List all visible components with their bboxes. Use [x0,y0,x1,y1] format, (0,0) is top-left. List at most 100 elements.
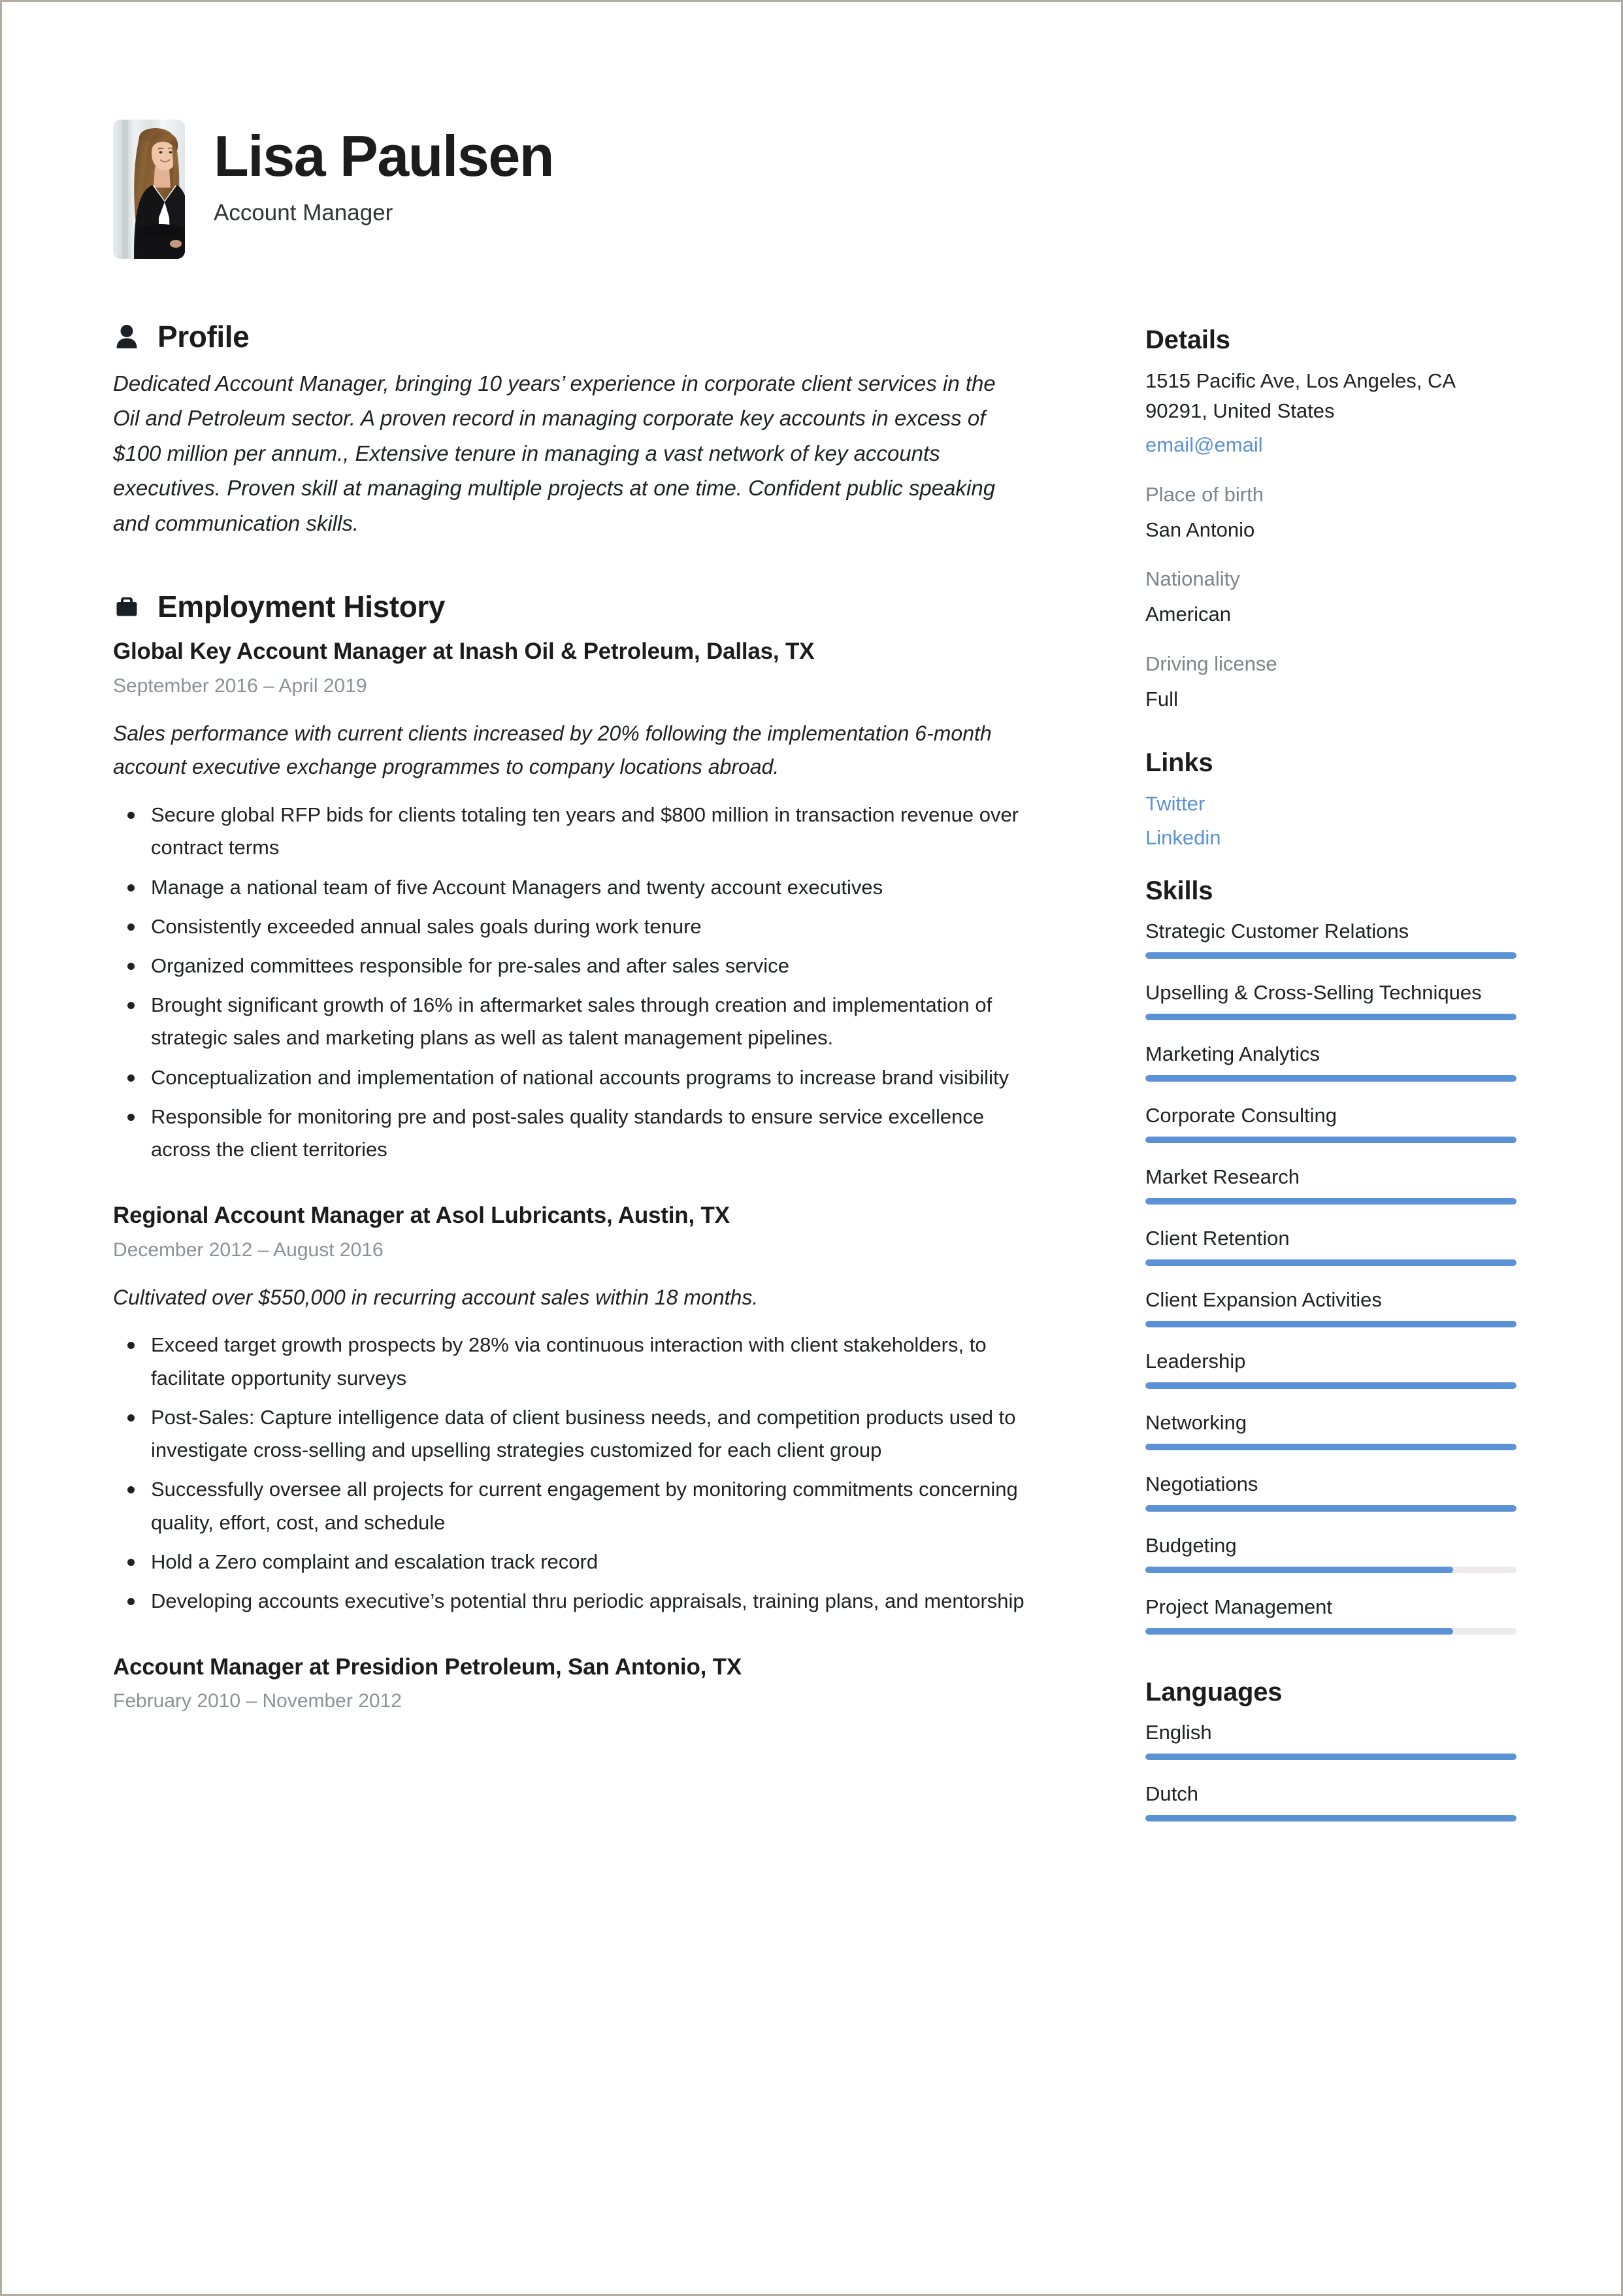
skill-item-bar-track [1145,952,1516,959]
resume-page: Lisa Paulsen Account Manager Profile Ded… [0,0,1623,2296]
address-line-1: 1515 Pacific Ave, Los Angeles, CA [1145,369,1456,392]
skill-item: Budgeting [1145,1531,1524,1573]
skill-item-bar-fill [1145,1197,1516,1205]
skill-item-bar-fill [1145,1566,1454,1573]
skill-item: Strategic Customer Relations [1145,917,1524,959]
skill-item: Market Research [1145,1163,1524,1205]
languages-section-title: Languages [1145,1677,1283,1706]
links-section-title: Links [1145,748,1213,777]
briefcase-icon [113,591,140,622]
language-item-label: Dutch [1145,1782,1198,1805]
employment-entry-bullets: Secure global RFP bids for clients total… [113,799,1041,1166]
list-item: Secure global RFP bids for clients total… [113,799,1041,864]
skill-item-label: Budgeting [1145,1533,1237,1557]
skill-item-label: Corporate Consulting [1145,1103,1337,1127]
place-of-birth-value: San Antonio [1145,518,1255,541]
language-item-bar-track [1145,1814,1516,1822]
list-item: Hold a Zero complaint and escalation tra… [113,1546,1041,1578]
skill-item-label: Leadership [1145,1349,1246,1373]
employment-entry-dates: February 2010 – November 2012 [113,1690,402,1712]
skill-item-bar-track [1145,1136,1516,1143]
details-section-title: Details [1145,325,1230,354]
skill-item: Upselling & Cross-Selling Techniques [1145,978,1524,1020]
skill-item-label: Negotiations [1145,1472,1258,1495]
skill-item-bar-fill [1145,952,1516,959]
employment-entry: Global Key Account Manager at Inash Oil … [113,636,1041,1166]
link-twitter[interactable]: Twitter [1145,789,1524,819]
language-item: Dutch [1145,1780,1524,1822]
list-item: Organized committees responsible for pre… [113,950,1041,982]
driving-license-label: Driving license [1145,652,1277,676]
skill-item: Client Expansion Activities [1145,1286,1524,1327]
employment-entry: Account Manager at Presidion Petroleum, … [113,1652,1041,1752]
skills-list: Strategic Customer Relations Upselling & … [1145,917,1524,1635]
skill-item-bar-track [1145,1013,1516,1020]
skill-item-bar-fill [1145,1320,1516,1327]
skill-item-label: Client Expansion Activities [1145,1288,1382,1311]
employment-entry-bullets: Exceed target growth prospects by 28% vi… [113,1329,1041,1618]
employment-entry: Regional Account Manager at Asol Lubrica… [113,1200,1041,1618]
link-linkedin[interactable]: Linkedin [1145,823,1524,853]
employment-entry-summary: Sales performance with current clients i… [113,721,992,779]
skill-item: Marketing Analytics [1145,1040,1524,1082]
employment-entry-summary: Cultivated over $550,000 in recurring ac… [113,1285,759,1309]
avatar [113,120,185,259]
profile-section-title: Profile [157,320,250,354]
employment-list: Global Key Account Manager at Inash Oil … [113,636,1041,1752]
skill-item: Negotiations [1145,1470,1524,1512]
skill-item-bar-fill [1145,1443,1516,1450]
skill-item: Project Management [1145,1593,1524,1635]
sidebar: Details 1515 Pacific Ave, Los Angeles, C… [1145,322,1524,1841]
profile-text: Dedicated Account Manager, bringing 10 y… [113,371,996,535]
job-title: Account Manager [214,200,393,225]
skill-item-bar-track [1145,1505,1516,1512]
employment-entry-title: Account Manager at Presidion Petroleum, … [113,1654,742,1680]
skill-item: Client Retention [1145,1224,1524,1266]
employment-entry-title: Regional Account Manager at Asol Lubrica… [113,1203,730,1229]
skill-item-bar-track [1145,1074,1516,1082]
skill-item-bar-fill [1145,1136,1516,1143]
list-item: Exceed target growth prospects by 28% vi… [113,1329,1041,1394]
nationality-value: American [1145,603,1231,626]
skill-item-bar-track [1145,1566,1516,1573]
email-link[interactable]: email@email [1145,430,1524,460]
list-item: Consistently exceeded annual sales goals… [113,910,1041,943]
main-column: Profile Dedicated Account Manager, bring… [113,322,1041,1758]
list-item: Responsible for monitoring pre and post-… [113,1101,1041,1166]
employment-entry-title: Global Key Account Manager at Inash Oil … [113,639,815,665]
skill-item-bar-track [1145,1320,1516,1327]
page-title: Lisa Paulsen [214,124,555,188]
nationality-label: Nationality [1145,567,1240,591]
employment-entry-dates: December 2012 – August 2016 [113,1239,384,1261]
resume-header: Lisa Paulsen Account Manager [113,120,1524,259]
languages-list: English Dutch [1145,1718,1524,1822]
skill-item-label: Project Management [1145,1595,1333,1618]
skills-section-title: Skills [1145,876,1213,905]
links-list: Twitter Linkedin [1145,789,1524,853]
employment-section-title: Employment History [157,590,446,624]
person-icon [113,322,140,352]
skill-item-label: Market Research [1145,1165,1300,1188]
skill-item: Leadership [1145,1347,1524,1389]
language-item: English [1145,1718,1524,1760]
language-item-bar-fill [1145,1814,1516,1822]
language-item-bar-fill [1145,1753,1516,1760]
skill-item-bar-track [1145,1259,1516,1266]
driving-license-value: Full [1145,688,1178,710]
skill-item-bar-track [1145,1382,1516,1389]
list-item: Conceptualization and implementation of … [113,1061,1041,1094]
skill-item: Networking [1145,1408,1524,1450]
skill-item-bar-fill [1145,1382,1516,1389]
skill-item-bar-fill [1145,1074,1516,1082]
list-item: Post-Sales: Capture intelligence data of… [113,1401,1041,1467]
skill-item-label: Strategic Customer Relations [1145,919,1409,942]
skill-item: Corporate Consulting [1145,1101,1524,1143]
language-item-label: English [1145,1720,1212,1744]
skill-item-label: Client Retention [1145,1226,1290,1250]
employment-entry-dates: September 2016 – April 2019 [113,674,367,697]
place-of-birth-label: Place of birth [1145,482,1264,506]
skill-item-label: Upselling & Cross-Selling Techniques [1145,980,1482,1004]
skill-item-bar-fill [1145,1013,1516,1020]
skill-item-bar-fill [1145,1259,1516,1266]
